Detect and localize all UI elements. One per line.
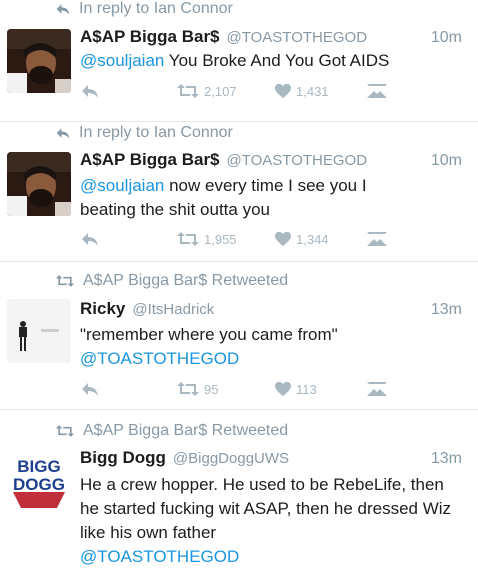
display-name[interactable]: Ricky	[80, 299, 125, 319]
reply-context-label: In reply to Ian Connor	[79, 124, 233, 141]
retweet-icon	[176, 381, 200, 397]
mention-link[interactable]: @TOASTOTHEGOD	[80, 347, 464, 371]
retweet-button[interactable]: 95	[176, 381, 218, 397]
avatar[interactable]	[7, 299, 71, 363]
retweet-count: 95	[204, 381, 219, 397]
reply-icon	[80, 381, 100, 397]
mention-link[interactable]: @TOASTOTHEGOD	[80, 545, 464, 569]
display-name[interactable]: A$AP Bigga Bar$	[80, 150, 220, 170]
like-button[interactable]: 1,431	[274, 83, 329, 99]
like-button[interactable]: 113	[274, 381, 317, 397]
retweet-count: 1,955	[204, 231, 237, 247]
like-count: 1,344	[296, 231, 329, 247]
reply-arrow-icon	[55, 2, 71, 16]
retweet-button[interactable]: 2,107	[176, 83, 237, 99]
timestamp[interactable]: 10m	[431, 29, 462, 47]
tweet-4[interactable]: A$AP Bigga Bar$ Retweeted BIGG DOGG Bigg…	[0, 410, 478, 570]
timestamp[interactable]: 13m	[431, 301, 462, 319]
avatar[interactable]: BIGG DOGG	[7, 448, 71, 512]
tweet-actions: 2,107 1,431	[80, 83, 464, 103]
reply-button[interactable]	[80, 231, 100, 247]
tweet-text: He a crew hopper. He used to be RebeLife…	[80, 473, 464, 569]
tweet-text-content: "remember where you came from"	[80, 325, 338, 344]
retweet-button[interactable]: 1,955	[176, 231, 237, 247]
retweet-icon	[55, 274, 75, 288]
reply-button[interactable]	[80, 381, 100, 397]
user-handle[interactable]: @TOASTOTHEGOD	[227, 29, 368, 46]
display-name[interactable]: A$AP Bigga Bar$	[80, 27, 220, 47]
reply-context[interactable]: In reply to Ian Connor	[55, 0, 233, 18]
retweet-context[interactable]: A$AP Bigga Bar$ Retweeted	[55, 422, 288, 440]
logo-text-bottom: DOGG	[13, 475, 65, 494]
tweet-text: @souljaian You Broke And You Got AIDS	[80, 49, 464, 73]
heart-icon	[274, 381, 292, 397]
retweet-icon	[55, 424, 75, 438]
mention-link[interactable]: @souljaian	[80, 51, 164, 70]
like-count: 1,431	[296, 83, 329, 99]
heart-icon	[274, 83, 292, 99]
envelope-icon	[366, 231, 388, 247]
reply-context[interactable]: In reply to Ian Connor	[55, 124, 233, 142]
timestamp[interactable]: 13m	[431, 450, 462, 468]
tweet-text-content: You Broke And You Got AIDS	[164, 51, 390, 70]
reply-icon	[80, 83, 100, 99]
timestamp[interactable]: 10m	[431, 152, 462, 170]
logo-text-top: BIGG	[17, 457, 60, 476]
tweet-3[interactable]: A$AP Bigga Bar$ Retweeted Ricky @ItsHadr…	[0, 262, 478, 410]
retweet-count: 2,107	[204, 83, 237, 99]
envelope-icon	[366, 83, 388, 99]
user-handle[interactable]: @BiggDoggUWS	[173, 450, 289, 467]
dm-button[interactable]	[366, 381, 388, 397]
tweet-text-content: He a crew hopper. He used to be RebeLife…	[80, 475, 452, 542]
retweet-context-label: A$AP Bigga Bar$ Retweeted	[83, 272, 289, 289]
reply-icon	[80, 231, 100, 247]
mention-link[interactable]: @souljaian	[80, 176, 164, 195]
dm-button[interactable]	[366, 231, 388, 247]
bigg-dogg-logo: BIGG DOGG	[7, 448, 71, 512]
tweet-2[interactable]: In reply to Ian Connor A$AP Bigga Bar$ @…	[0, 122, 478, 262]
tweet-text: "remember where you came from" @TOASTOTH…	[80, 323, 464, 371]
like-button[interactable]: 1,344	[274, 231, 329, 247]
retweet-context-label: A$AP Bigga Bar$ Retweeted	[83, 422, 289, 439]
reply-button[interactable]	[80, 83, 100, 99]
tweet-1[interactable]: In reply to Ian Connor A$AP Bigga Bar$ @…	[0, 0, 478, 122]
reply-context-label: In reply to Ian Connor	[79, 0, 233, 17]
retweet-context[interactable]: A$AP Bigga Bar$ Retweeted	[55, 272, 288, 290]
heart-icon	[274, 231, 292, 247]
tweet-text: @souljaian now every time I see you I be…	[80, 174, 420, 222]
display-name[interactable]: Bigg Dogg	[80, 448, 166, 468]
avatar[interactable]	[7, 152, 71, 216]
avatar[interactable]	[7, 29, 71, 93]
reply-arrow-icon	[55, 126, 71, 140]
retweet-icon	[176, 83, 200, 99]
user-handle[interactable]: @TOASTOTHEGOD	[227, 152, 368, 169]
retweet-icon	[176, 231, 200, 247]
dm-button[interactable]	[366, 83, 388, 99]
tweet-actions: 95 113	[80, 381, 464, 401]
envelope-icon	[366, 381, 388, 397]
tweet-actions: 1,955 1,344	[80, 231, 464, 251]
user-handle[interactable]: @ItsHadrick	[132, 301, 214, 318]
like-count: 113	[296, 381, 317, 397]
